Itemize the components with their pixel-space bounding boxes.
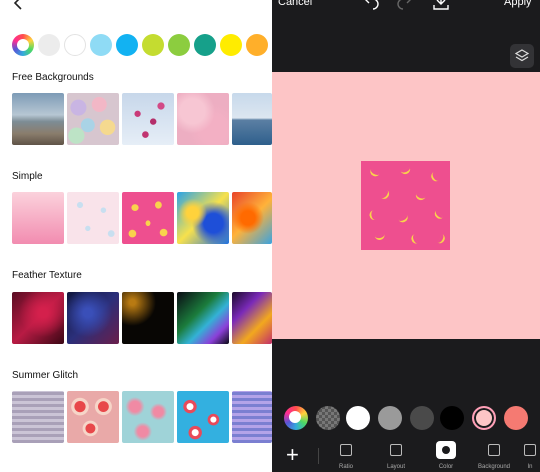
banana-pattern-image[interactable]: [361, 161, 450, 250]
thumb-dark-gold[interactable]: [122, 292, 174, 344]
ratio-icon: [340, 444, 352, 456]
layers-icon[interactable]: [510, 44, 534, 68]
redo-icon[interactable]: [396, 0, 414, 12]
color-swatch[interactable]: [64, 34, 86, 56]
more-icon: [524, 444, 536, 456]
color-swatch[interactable]: [246, 34, 268, 56]
thumb-rainbow-feathers[interactable]: [177, 292, 229, 344]
color-swatch[interactable]: [220, 34, 242, 56]
color-icon: [436, 441, 456, 459]
thumb-beach[interactable]: [12, 93, 64, 145]
thumb-pink-blossom[interactable]: [122, 93, 174, 145]
thumb-pool-floats[interactable]: [177, 391, 229, 443]
section-title: Free Backgrounds: [12, 72, 94, 83]
section-title: Simple: [12, 171, 43, 182]
color-swatch[interactable]: [168, 34, 190, 56]
tool-label: Layout: [386, 464, 405, 470]
section-title: Summer Glitch: [12, 370, 79, 381]
color-swatch[interactable]: [142, 34, 164, 56]
thumb-donut-pattern[interactable]: [122, 391, 174, 443]
thumb-palm-glitch[interactable]: [12, 391, 64, 443]
thumb-paint-splash[interactable]: [177, 192, 229, 244]
color-option[interactable]: [440, 406, 464, 430]
undo-icon[interactable]: [362, 0, 380, 12]
thumb-donut-glitch[interactable]: [67, 391, 119, 443]
layout-icon: [390, 444, 402, 456]
bottom-toolbar: Ratio Layout Color Background In: [272, 438, 540, 472]
cancel-button[interactable]: Cancel: [278, 0, 312, 8]
color-option[interactable]: [378, 406, 402, 430]
download-icon[interactable]: [432, 0, 450, 12]
color-swatch[interactable]: [90, 34, 112, 56]
color-option[interactable]: [410, 406, 434, 430]
tool-label: Ratio: [338, 464, 353, 470]
tool-color[interactable]: Color: [426, 438, 466, 472]
color-wheel-swatch[interactable]: [12, 34, 34, 56]
thumb-banana-pattern[interactable]: [122, 192, 174, 244]
thumb-easter-eggs[interactable]: [67, 93, 119, 145]
thumb-hearts-pattern[interactable]: [67, 192, 119, 244]
transparent-color-option[interactable]: [316, 406, 340, 430]
thumb-blue-palms[interactable]: [232, 391, 272, 443]
thumb-sea-horizon[interactable]: [232, 93, 272, 145]
color-swatch[interactable]: [116, 34, 138, 56]
color-wheel-option[interactable]: [284, 406, 308, 430]
tool-label: In: [527, 464, 533, 470]
background-icon: [488, 444, 500, 456]
section-title: Feather Texture: [12, 270, 82, 281]
thumb-purple-feathers[interactable]: [232, 292, 272, 344]
tool-background[interactable]: Background: [474, 438, 514, 472]
chevron-left-icon[interactable]: [12, 0, 36, 16]
thumb-navy-feathers[interactable]: [67, 292, 119, 344]
color-option[interactable]: [346, 406, 370, 430]
tool-more[interactable]: In: [520, 438, 540, 472]
color-swatch[interactable]: [38, 34, 60, 56]
thumb-pink-clouds[interactable]: [177, 93, 229, 145]
background-picker-panel: Free Backgrounds Simple Feather Texture …: [0, 0, 272, 472]
tool-label: Background: [477, 464, 511, 470]
apply-button[interactable]: Apply: [504, 0, 532, 8]
color-option[interactable]: [504, 406, 528, 430]
thumb-red-feathers[interactable]: [12, 292, 64, 344]
tool-label: Color: [438, 464, 454, 470]
color-swatch[interactable]: [194, 34, 216, 56]
thumb-pink-gradient[interactable]: [12, 192, 64, 244]
canvas-background[interactable]: [272, 72, 540, 339]
thumb-orange-splash[interactable]: [232, 192, 272, 244]
color-swatch-row: [12, 34, 272, 58]
tool-ratio[interactable]: Ratio: [326, 438, 366, 472]
color-options-row: [272, 400, 540, 436]
editor-panel: Cancel Apply + Ratio Layout Color Backgr…: [272, 0, 540, 472]
color-option-selected[interactable]: [472, 406, 496, 430]
tool-layout[interactable]: Layout: [376, 438, 416, 472]
